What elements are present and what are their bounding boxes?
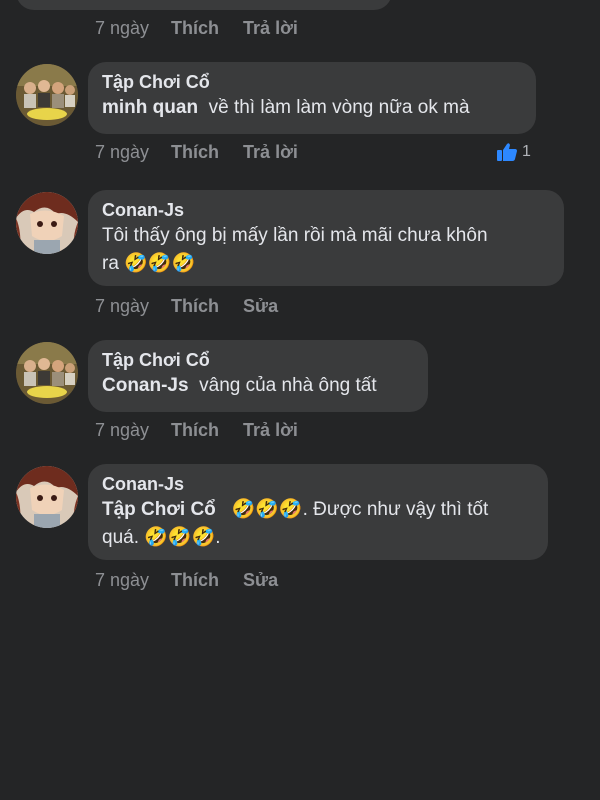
like-button[interactable]: Thích <box>171 142 219 163</box>
mention-link[interactable]: Tập Chơi Cổ <box>102 499 216 520</box>
comment-author[interactable]: Tập Chơi Cổ <box>102 348 414 372</box>
comment-actions: 7 ngày Thích Trả lời <box>95 140 322 164</box>
comment-text-line: ra 🤣🤣🤣 <box>102 253 196 274</box>
avatar[interactable] <box>16 192 78 254</box>
comment-body: về thì làm làm vòng nữa ok mà <box>198 97 470 118</box>
anime-character-icon <box>16 466 78 528</box>
thumbs-up-icon <box>497 143 517 161</box>
anime-character-icon <box>16 192 78 254</box>
like-button[interactable]: Thích <box>171 296 219 317</box>
avatar[interactable] <box>16 342 78 404</box>
comment-time: 7 ngày <box>95 295 150 316</box>
comment-body: vâng của nhà ông tất <box>188 375 377 396</box>
reply-button[interactable]: Trả lời <box>243 420 298 441</box>
comment-bubble: Conan-Js Tôi thấy ông bị mấy lần rồi mà … <box>88 190 564 286</box>
comment-text: Tập Chơi Cổ 🤣🤣🤣. Được như vậy thì tốt <box>102 496 534 524</box>
group-photo-icon <box>16 64 78 126</box>
edit-button[interactable]: Sửa <box>243 296 278 317</box>
comment-actions: 7 ngày Thích Trả lời <box>95 16 322 40</box>
comment-author[interactable]: Conan-Js <box>102 198 550 222</box>
mention-link[interactable]: minh quan <box>102 97 198 118</box>
comment-actions: 7 ngày Thích Sửa <box>95 294 302 318</box>
comment-bubble: Conan-Js Tập Chơi Cổ 🤣🤣🤣. Được như vậy t… <box>88 464 548 560</box>
comment-actions: 7 ngày Thích Trả lời <box>95 418 322 442</box>
reaction-count-value: 1 <box>522 143 531 160</box>
reaction-count[interactable]: 1 <box>496 142 531 162</box>
comment-author[interactable]: Tập Chơi Cổ <box>102 70 522 94</box>
comment-author[interactable]: Conan-Js <box>102 472 534 496</box>
like-button[interactable]: Thích <box>171 570 219 591</box>
comment-bubble: Tập Chơi Cổ minh quan về thì làm làm vòn… <box>88 62 536 134</box>
comment-thread: 7 ngày Thích Trả lời Tập Chơi Cổ minh qu… <box>0 0 600 800</box>
comment-body: 🤣🤣🤣. Được như vậy thì tốt <box>215 499 489 520</box>
comment-time: 7 ngày <box>95 569 150 590</box>
comment-text-line: Tôi thấy ông bị mấy lần rồi mà mãi chưa … <box>102 225 488 246</box>
like-button[interactable]: Thích <box>171 18 219 39</box>
reply-button[interactable]: Trả lời <box>243 18 298 39</box>
avatar[interactable] <box>16 466 78 528</box>
group-photo-icon <box>16 342 78 404</box>
comment-bubble: Tập Chơi Cổ Conan-Js vâng của nhà ông tấ… <box>88 340 428 412</box>
comment-time: 7 ngày <box>95 141 150 162</box>
like-button[interactable]: Thích <box>171 420 219 441</box>
avatar[interactable] <box>16 64 78 126</box>
comment-time: 7 ngày <box>95 419 150 440</box>
comment-text: minh quan về thì làm làm vòng nữa ok mà <box>102 94 522 122</box>
comment-actions: 7 ngày Thích Sửa <box>95 568 302 592</box>
comment-text: Conan-Js vâng của nhà ông tất <box>102 372 414 400</box>
mention-link[interactable]: Conan-Js <box>102 375 189 396</box>
comment-text-line: quá. 🤣🤣🤣. <box>102 527 221 548</box>
edit-button[interactable]: Sửa <box>243 570 278 591</box>
comment-time: 7 ngày <box>95 17 150 38</box>
comment-bubble <box>16 0 392 10</box>
reply-button[interactable]: Trả lời <box>243 142 298 163</box>
